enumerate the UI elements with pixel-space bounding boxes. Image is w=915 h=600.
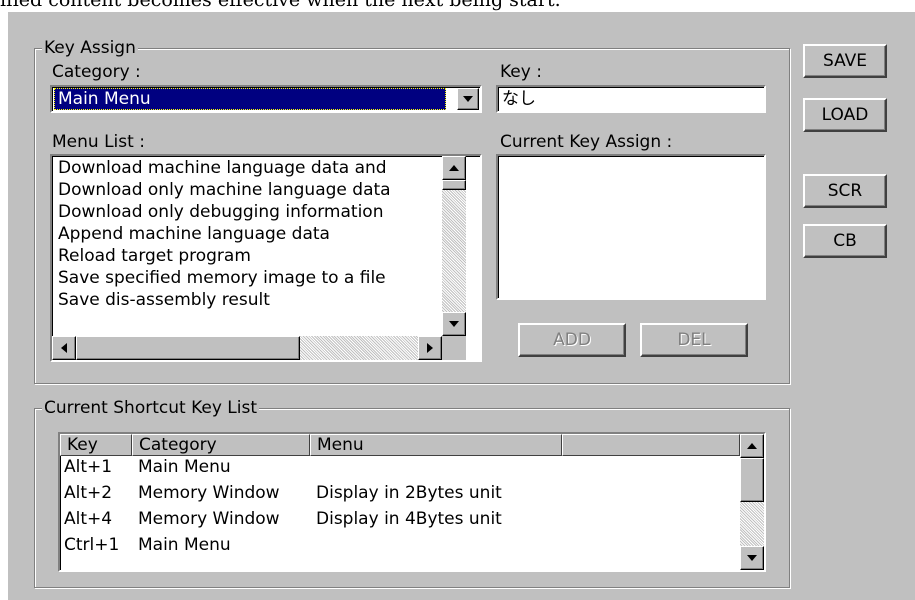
cell-key: Alt+1 bbox=[64, 457, 113, 477]
column-header-key[interactable]: Key bbox=[60, 434, 132, 456]
shortcut-list-rows: Alt+1 Main Menu Alt+2 Memory Window Disp… bbox=[60, 456, 740, 570]
scroll-down-button[interactable] bbox=[740, 546, 764, 570]
cell-category: Memory Window bbox=[138, 483, 280, 503]
menu-list-vscrollbar[interactable] bbox=[442, 156, 466, 336]
column-header-category[interactable]: Category bbox=[132, 434, 310, 456]
arrow-down-icon bbox=[449, 321, 459, 327]
scroll-left-button[interactable] bbox=[52, 336, 76, 360]
del-button[interactable]: DEL bbox=[640, 323, 748, 357]
list-item[interactable]: Download only debugging information bbox=[54, 201, 440, 223]
list-item[interactable]: Save dis-assembly result bbox=[54, 289, 440, 311]
hscroll-thumb[interactable] bbox=[76, 336, 300, 360]
menu-list-hscrollbar[interactable] bbox=[52, 336, 442, 360]
save-button[interactable]: SAVE bbox=[803, 44, 887, 78]
arrow-down-icon bbox=[747, 555, 757, 561]
scr-button[interactable]: SCR bbox=[803, 174, 887, 208]
column-header-menu[interactable]: Menu bbox=[310, 434, 562, 456]
scrollbar-corner bbox=[442, 336, 466, 360]
list-item[interactable]: Reload target program bbox=[54, 245, 440, 267]
list-item[interactable]: Download machine language data and bbox=[54, 157, 440, 179]
shortcut-list-header: Key Category Menu bbox=[60, 434, 740, 456]
shortcut-list-legend: Current Shortcut Key List bbox=[42, 398, 260, 418]
instruction-text: ified content becomes effective when the… bbox=[0, 0, 561, 11]
cell-category: Main Menu bbox=[138, 535, 231, 555]
cell-menu: Display in 4Bytes unit bbox=[316, 509, 502, 529]
list-item[interactable]: Append machine language data bbox=[54, 223, 440, 245]
current-key-assign-label: Current Key Assign : bbox=[500, 132, 673, 152]
cell-key: Alt+4 bbox=[64, 509, 113, 529]
key-field-value: なし bbox=[502, 89, 536, 109]
scroll-right-button[interactable] bbox=[418, 336, 442, 360]
chevron-down-icon bbox=[463, 96, 473, 102]
cell-key: Alt+2 bbox=[64, 483, 113, 503]
shortcut-list-vscrollbar[interactable] bbox=[740, 434, 764, 570]
scroll-down-button[interactable] bbox=[442, 312, 466, 336]
scroll-up-button[interactable] bbox=[442, 156, 466, 180]
arrow-up-icon bbox=[747, 443, 757, 449]
arrow-left-icon bbox=[61, 343, 67, 353]
scroll-thumb[interactable] bbox=[442, 180, 466, 190]
scroll-thumb[interactable] bbox=[740, 458, 764, 502]
add-button[interactable]: ADD bbox=[518, 323, 626, 357]
cb-button[interactable]: CB bbox=[803, 224, 887, 258]
category-combobox[interactable]: Main Menu bbox=[50, 85, 482, 113]
menu-list-items: Download machine language data and Downl… bbox=[54, 157, 440, 335]
current-key-assign-list[interactable] bbox=[496, 154, 766, 300]
cell-category: Memory Window bbox=[138, 509, 280, 529]
column-header-extra[interactable] bbox=[562, 434, 740, 456]
arrow-up-icon bbox=[449, 165, 459, 171]
key-label: Key : bbox=[500, 62, 542, 82]
category-label: Category : bbox=[52, 62, 141, 82]
key-assign-dialog: Key Assign Category : Main Menu Key : なし… bbox=[8, 12, 915, 600]
list-item[interactable]: Save specified memory image to a file bbox=[54, 267, 440, 289]
shortcut-list-view[interactable]: Key Category Menu Alt+1 Main Menu Alt+2 … bbox=[58, 432, 766, 572]
category-dropdown-button[interactable] bbox=[457, 88, 479, 110]
cell-category: Main Menu bbox=[138, 457, 231, 477]
key-field[interactable]: なし bbox=[496, 85, 766, 113]
key-assign-legend: Key Assign bbox=[42, 38, 138, 58]
list-item[interactable]: Download only machine language data bbox=[54, 179, 440, 201]
cell-menu: Display in 2Bytes unit bbox=[316, 483, 502, 503]
category-selected-value: Main Menu bbox=[54, 88, 446, 110]
cell-key: Ctrl+1 bbox=[64, 535, 120, 555]
scroll-up-button[interactable] bbox=[740, 434, 764, 458]
menu-list[interactable]: Download machine language data and Downl… bbox=[50, 154, 482, 362]
load-button[interactable]: LOAD bbox=[803, 98, 887, 132]
menu-list-label: Menu List : bbox=[52, 132, 145, 152]
arrow-right-icon bbox=[427, 343, 433, 353]
